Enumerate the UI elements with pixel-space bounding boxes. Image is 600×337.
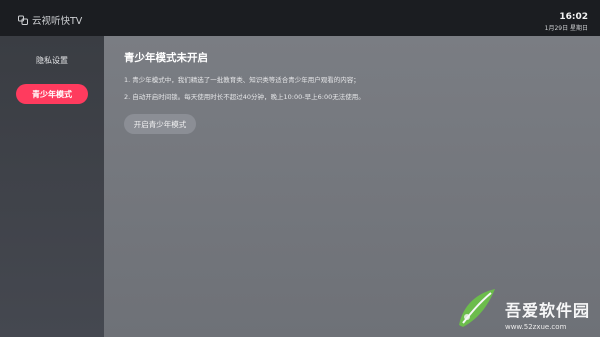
clock-time: 16:02 [559,12,588,22]
sidebar-item-label: 隐私设置 [36,55,68,65]
app-title: 云视听快TV [32,16,83,27]
watermark-text: 吾爱软件园 www.52zxue.com [505,297,590,331]
sidebar-item-privacy[interactable]: 隐私设置 [16,50,88,70]
top-bar: 云视听快TV 16:02 1月29日 星期日 [0,0,600,36]
clock-date: 1月29日 星期日 [544,25,588,32]
watermark-name: 吾爱软件园 [504,301,590,320]
info-line-1: 1. 青少年模式中，我们精选了一批教育类、知识类等适合青少年用户观看的内容； [124,76,360,84]
info-line-2: 2. 自动开启时间锁。每天使用时长不超过40分钟，晚上10:00-早上6:00无… [124,93,365,101]
page-title: 青少年模式未开启 [124,52,208,64]
watermark-url: www.52zxue.com [504,323,567,331]
enable-teen-mode-button[interactable]: 开启青少年模式 [124,114,196,134]
sidebar-item-label: 青少年模式 [32,89,72,99]
watermark-leaf-icon [458,289,495,327]
sidebar-item-teen-mode[interactable]: 青少年模式 [16,84,88,104]
logo-icon [18,15,28,25]
sidebar: 隐私设置 青少年模式 [0,36,104,337]
app-logo: 云视听快TV [18,13,82,27]
watermark: 吾爱软件园 www.52zxue.com [453,285,590,331]
clock: 16:02 1月29日 星期日 [545,12,588,33]
